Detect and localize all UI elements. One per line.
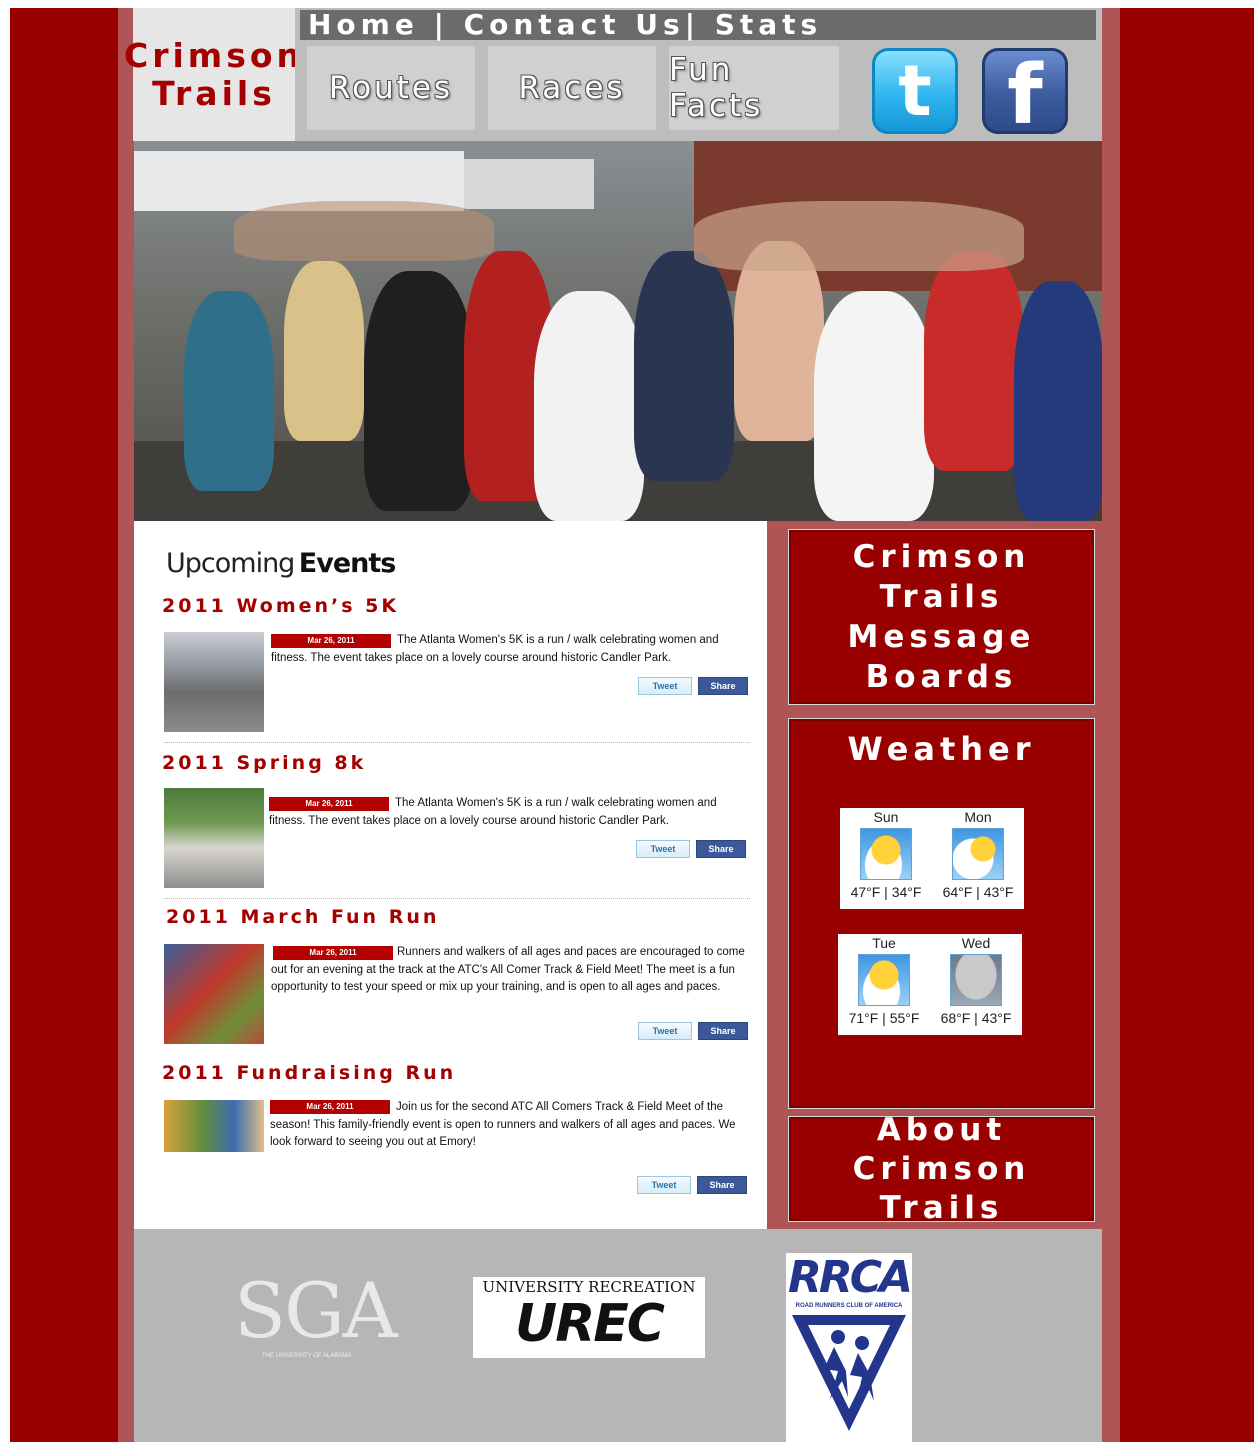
routes-button[interactable]: Routes [307, 46, 475, 130]
tweet-button[interactable]: Tweet [638, 677, 692, 695]
share-row: Tweet Share [638, 1022, 748, 1040]
upcoming-events-heading: Upcoming Events [166, 548, 756, 586]
weather-temps: 64°F | 43°F [942, 884, 1014, 900]
share-row: Tweet Share [636, 840, 746, 858]
weather-day-label: Wed [961, 935, 991, 951]
event-description: The Atlanta Women's 5K is a run / walk c… [271, 634, 719, 664]
divider [164, 898, 750, 899]
share-row: Tweet Share [637, 1176, 747, 1194]
hero-photo [134, 141, 1102, 521]
races-button[interactable]: Races [488, 46, 656, 130]
event-description: The Atlanta Women's 5K is a run / walk c… [269, 797, 717, 827]
top-nav: Home | Contact Us | Stats [300, 10, 1096, 40]
background-right [1120, 8, 1254, 1442]
weather-box: Weather [789, 719, 1094, 1108]
routes-label: Routes [328, 70, 454, 106]
event-description: Join us for the second ATC All Comers Tr… [270, 1101, 736, 1148]
weather-day: Sun 47°F | 34°F [840, 808, 932, 900]
weather-card: Sun 47°F | 34°F Mon 64°F | 43°F [840, 808, 1024, 909]
weather-temps: 47°F | 34°F [850, 884, 922, 900]
weather-day-label: Sun [873, 809, 899, 825]
event-title[interactable]: 2011 Women’s 5K [162, 595, 399, 617]
partly-sunny-icon [858, 954, 910, 1006]
logo-line-1: Crimson [124, 35, 304, 75]
partly-sunny-icon [860, 828, 912, 880]
rrca-logo-text: RRCA [787, 1252, 913, 1303]
event-title[interactable]: 2011 March Fun Run [166, 906, 439, 928]
weather-temps: 68°F | 43°F [940, 1010, 1012, 1026]
sga-logo-subtext: THE UNIVERSITY OF ALABAMA [262, 1353, 352, 1359]
facebook-share-button[interactable]: Share [696, 840, 746, 858]
weather-day: Mon 64°F | 43°F [932, 808, 1024, 900]
runner-triangle-icon [792, 1315, 906, 1431]
fun-facts-button[interactable]: Fun Facts [669, 46, 839, 130]
event-thumbnail [164, 632, 264, 732]
nav-home-link[interactable]: Home [308, 10, 419, 40]
sga-logo-text: SGA [234, 1266, 398, 1355]
nav-separator: | [684, 8, 715, 41]
event-title[interactable]: 2011 Fundraising Run [162, 1062, 456, 1084]
rrca-logo[interactable]: RRCA ROAD RUNNERS CLUB OF AMERICA [786, 1252, 913, 1442]
divider [164, 742, 750, 743]
weather-card: Tue 71°F | 55°F Wed 68°F | 43°F [838, 934, 1022, 1035]
sga-logo[interactable]: SGA THE UNIVERSITY OF ALABAMA [234, 1269, 424, 1369]
nav-separator: | [418, 8, 464, 41]
thunderstorm-icon [950, 954, 1002, 1006]
urec-logo[interactable]: UNIVERSITY RECREATION UREC [473, 1277, 705, 1358]
twitter-icon: t [898, 50, 932, 132]
about-box[interactable]: About Crimson Trails [789, 1112, 1094, 1226]
weather-day: Tue 71°F | 55°F [838, 934, 930, 1026]
weather-temps: 71°F | 55°F [848, 1010, 920, 1026]
background-left [10, 8, 118, 1442]
fun-facts-label: Fun Facts [669, 52, 764, 124]
urec-logo-text: UREC [515, 1294, 665, 1354]
races-label: Races [518, 70, 626, 106]
weather-day: Wed 68°F | 43°F [930, 934, 1022, 1026]
nav-contact-link[interactable]: Contact Us [464, 10, 685, 40]
weather-day-label: Mon [964, 809, 992, 825]
facebook-icon: f [1007, 48, 1043, 143]
event-thumbnail [164, 788, 264, 888]
heading-bold: Events [298, 548, 397, 579]
facebook-share-button[interactable]: Share [697, 1176, 747, 1194]
event-description: Runners and walkers of all ages and pace… [271, 946, 745, 993]
nav-stats-link[interactable]: Stats [715, 10, 823, 40]
sponsors-footer: SGA THE UNIVERSITY OF ALABAMA UNIVERSITY… [134, 1229, 1102, 1442]
tweet-button[interactable]: Tweet [637, 1176, 691, 1194]
logo-line-2: Trails [152, 73, 276, 113]
event-thumbnail [164, 1100, 264, 1152]
partly-sunny-icon [952, 828, 1004, 880]
weather-day-label: Tue [872, 935, 896, 951]
heading-light: Upcoming [166, 548, 295, 579]
twitter-link[interactable]: t [872, 48, 958, 134]
facebook-share-button[interactable]: Share [698, 677, 748, 695]
message-boards-title: Crimson Trails Message Boards [847, 539, 1036, 695]
facebook-share-button[interactable]: Share [698, 1022, 748, 1040]
share-row: Tweet Share [638, 677, 748, 695]
about-title: About Crimson Trails [852, 1111, 1031, 1226]
tweet-button[interactable]: Tweet [638, 1022, 692, 1040]
weather-title: Weather [847, 730, 1036, 768]
facebook-link[interactable]: f [982, 48, 1068, 143]
site-logo[interactable]: Crimson Trails [124, 8, 300, 141]
event-title[interactable]: 2011 Spring 8k [162, 752, 366, 774]
event-thumbnail [164, 944, 264, 1044]
message-boards-box[interactable]: Crimson Trails Message Boards [789, 530, 1094, 704]
tweet-button[interactable]: Tweet [636, 840, 690, 858]
